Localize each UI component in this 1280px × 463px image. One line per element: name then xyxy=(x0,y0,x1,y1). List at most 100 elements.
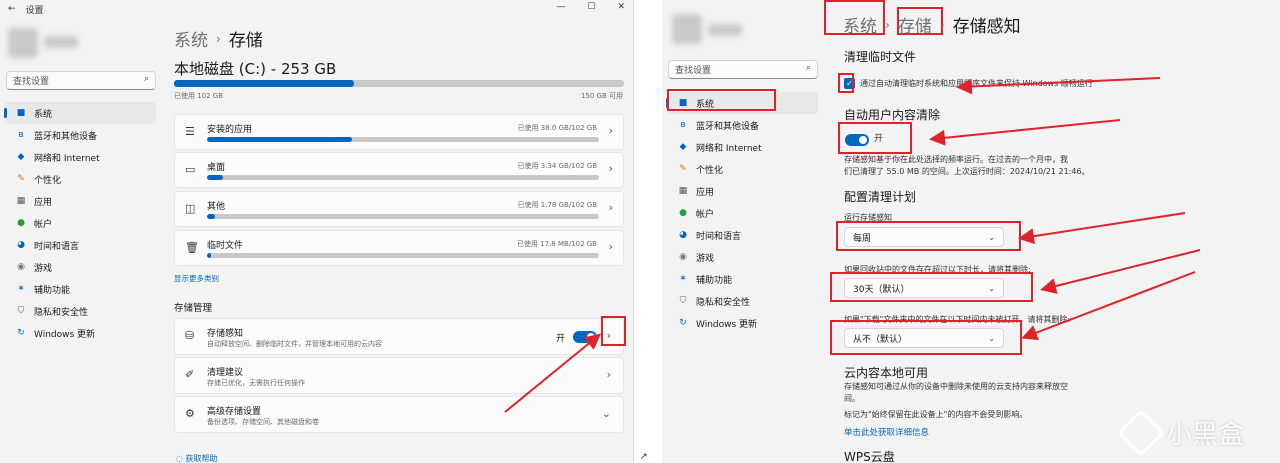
sidebar-item-7[interactable]: ◉ 游戏 xyxy=(666,246,818,268)
sidebar-item-8[interactable]: ✶ 辅助功能 xyxy=(4,278,156,300)
sidebar-item-9[interactable]: ⛉ 隐私和安全性 xyxy=(666,290,818,312)
disk-used-text: 已使用 102 GB xyxy=(174,92,224,100)
sidebar-item-9[interactable]: ⛉ 隐私和安全性 xyxy=(4,300,156,322)
storage-category-1[interactable]: ▭ 桌面 已使用 3.34 GB/102 GB › xyxy=(174,152,624,188)
sidebar-item-label: 个性化 xyxy=(696,165,724,176)
storage-sense-toggle[interactable] xyxy=(573,331,597,343)
chevron-icon[interactable]: › xyxy=(607,368,611,381)
storage-mgmt-0[interactable]: ⛁ 存储感知 自动释放空间、删除临时文件，并管理本地可用的云内容 › 开 xyxy=(174,318,624,355)
annotation-box-checkbox xyxy=(838,73,854,93)
sidebar-item-1[interactable]: ʙ 蓝牙和其他设备 xyxy=(666,114,818,136)
nav-icon: ▦ xyxy=(16,196,26,206)
sidebar-item-10[interactable]: ↻ Windows 更新 xyxy=(666,312,818,334)
sidebar-item-8[interactable]: ✶ 辅助功能 xyxy=(666,268,818,290)
nav-icon: ✎ xyxy=(17,174,25,184)
annotation-box-breadcrumb-storage xyxy=(897,7,943,35)
breadcrumb-current: 存储 xyxy=(228,31,263,51)
annotation-box-nav-system xyxy=(667,89,776,111)
mgmt-name: 清理建议 xyxy=(207,368,244,378)
mgmt-desc: 存储已优化，无需执行任何操作 xyxy=(207,379,305,387)
category-usage-fill xyxy=(207,137,353,142)
storage-category-0[interactable]: ☰ 安装的应用 已使用 38.0 GB/102 GB › xyxy=(174,114,624,150)
nav-icon: ↻ xyxy=(679,318,687,328)
annotation-box-chevron xyxy=(601,316,626,346)
nav-icon: ʙ xyxy=(18,130,24,140)
minimize-button[interactable]: — xyxy=(556,2,565,12)
disk-free-text: 150 GB 可用 xyxy=(580,92,623,100)
sidebar-item-1[interactable]: ʙ 蓝牙和其他设备 xyxy=(4,124,156,146)
sidebar-item-label: Windows 更新 xyxy=(34,329,96,340)
sidebar-item-4[interactable]: ▦ 应用 xyxy=(4,190,156,212)
maximize-button[interactable]: ☐ xyxy=(587,2,595,12)
sidebar-item-3[interactable]: ✎ 个性化 xyxy=(666,158,818,180)
sidebar-item-2[interactable]: ◆ 网络和 Internet xyxy=(666,136,818,158)
sidebar-item-3[interactable]: ✎ 个性化 xyxy=(4,168,156,190)
close-button[interactable]: ✕ xyxy=(617,2,625,12)
storage-mgmt-2[interactable]: ⚙ 高级存储设置 备份选项、存储空间、其他磁盘和卷 ⌄ xyxy=(174,396,624,433)
search-icon: ⌕ xyxy=(805,63,811,73)
wps-cloud-heading: WPS云盘 xyxy=(844,450,895,463)
annotation-box-downloads-select xyxy=(830,320,1022,355)
help-link[interactable]: ◌ 获取帮助 xyxy=(176,453,218,463)
storage-category-2[interactable]: ◫ 其他 已使用 1.78 GB/102 GB › xyxy=(174,191,624,227)
breadcrumb-separator: › xyxy=(885,17,890,32)
sidebar-item-label: 蓝牙和其他设备 xyxy=(34,131,98,142)
temp-files-heading: 清理临时文件 xyxy=(844,50,917,64)
sidebar-item-5[interactable]: ● 帐户 xyxy=(666,202,818,224)
sidebar-item-6[interactable]: ◕ 时间和语言 xyxy=(666,224,818,246)
storage-mgmt-1[interactable]: ✐ 清理建议 存储已优化，无需执行任何操作 › xyxy=(174,357,624,394)
storage-category-3[interactable]: 🗑 临时文件 已使用 17.8 MB/102 GB › xyxy=(174,230,624,266)
window-title: 设置 xyxy=(25,5,44,16)
sidebar-item-label: 隐私和安全性 xyxy=(34,307,89,318)
sidebar-item-7[interactable]: ◉ 游戏 xyxy=(4,256,156,278)
account-name-blurred xyxy=(44,36,78,48)
help-icon: ◌ xyxy=(176,454,186,463)
chevron-right-icon: › xyxy=(608,162,613,175)
sidebar-item-2[interactable]: ◆ 网络和 Internet xyxy=(4,146,156,168)
temp-files-checkbox-label: 通过自动清理临时系统和应用程序文件来保持 Windows 顺畅运行 xyxy=(860,79,1093,88)
title-bar: ← 设置 xyxy=(0,0,633,18)
avatar xyxy=(8,28,38,58)
sidebar-item-4[interactable]: ▦ 应用 xyxy=(666,180,818,202)
nav-icon: ⛉ xyxy=(679,296,687,306)
chevron-right-icon: › xyxy=(608,240,613,253)
nav-icon: ◆ xyxy=(679,142,687,152)
nav-icon: ■ xyxy=(16,108,26,118)
nav-icon: ◕ xyxy=(679,230,687,240)
sidebar-item-label: 时间和语言 xyxy=(34,241,80,252)
cloud-content-heading: 云内容本地可用 xyxy=(844,366,929,380)
sidebar-item-label: 游戏 xyxy=(34,263,53,274)
watermark: 小黑盒 xyxy=(1116,408,1244,457)
category-name: 其他 xyxy=(207,202,226,212)
category-icon: ◫ xyxy=(185,202,196,215)
show-more-categories-link[interactable]: 显示更多类别 xyxy=(174,273,219,284)
storage-management-heading: 存储管理 xyxy=(174,303,213,314)
mgmt-desc: 备份选项、存储空间、其他磁盘和卷 xyxy=(207,418,319,426)
back-arrow-icon[interactable]: ← xyxy=(8,4,16,14)
cloud-content-desc: 存储感知可通过从你的设备中删除未使用的云支持内容来释放空 xyxy=(844,382,1068,391)
sidebar-item-label: 隐私和安全性 xyxy=(696,297,751,308)
search-input[interactable]: 查找设置 ⌕ xyxy=(668,60,818,79)
cloud-details-link[interactable]: 单击此处获取详细信息 xyxy=(844,426,929,438)
sidebar-item-5[interactable]: ● 帐户 xyxy=(4,212,156,234)
sidebar-item-10[interactable]: ↻ Windows 更新 xyxy=(4,322,156,344)
breadcrumb-parent[interactable]: 系统 xyxy=(174,26,208,51)
search-input[interactable]: 查找设置 ⌕ xyxy=(6,71,156,90)
mgmt-icon: ⚙ xyxy=(185,407,195,420)
sidebar-item-label: 游戏 xyxy=(696,253,715,264)
category-usage-bar xyxy=(207,253,599,258)
schedule-heading: 配置清理计划 xyxy=(844,190,917,204)
nav-icon: ✶ xyxy=(679,274,687,284)
avatar xyxy=(672,14,702,44)
category-icon: ☰ xyxy=(185,125,195,138)
sidebar-item-0[interactable]: ■ 系统 xyxy=(4,102,156,124)
chevron-icon[interactable]: ⌄ xyxy=(602,407,611,420)
search-placeholder: 查找设置 xyxy=(13,77,50,87)
annotation-box-run-select xyxy=(836,221,1021,251)
sidebar-item-label: 蓝牙和其他设备 xyxy=(696,121,760,132)
nav-icon: ● xyxy=(679,208,687,218)
mgmt-name: 高级存储设置 xyxy=(207,407,262,417)
sidebar-item-6[interactable]: ◕ 时间和语言 xyxy=(4,234,156,256)
sidebar-item-label: 帐户 xyxy=(34,219,53,230)
sidebar-item-label: 系统 xyxy=(34,109,53,120)
